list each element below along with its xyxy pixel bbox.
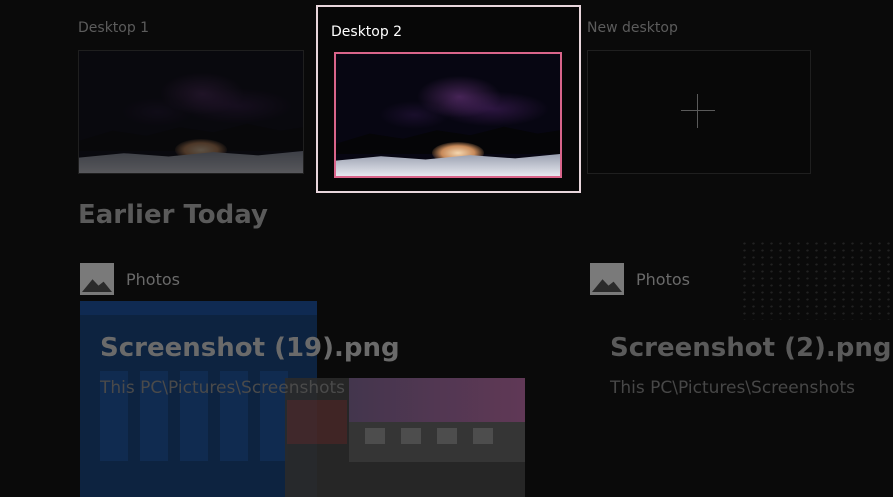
timeline-card-app: Photos bbox=[590, 263, 690, 295]
app-name: Photos bbox=[636, 269, 690, 289]
photos-icon bbox=[80, 263, 114, 295]
desktop-1-thumbnail[interactable] bbox=[78, 50, 304, 174]
card-path: This PC\Pictures\Screenshots bbox=[610, 378, 856, 398]
background-texture bbox=[740, 240, 890, 320]
timeline-heading: Earlier Today bbox=[78, 200, 268, 230]
card-title: Screenshot (2).png bbox=[610, 333, 892, 363]
desktop-1-label: Desktop 1 bbox=[78, 20, 150, 36]
desktop-2[interactable]: Desktop 2 bbox=[316, 5, 581, 193]
new-desktop-button[interactable] bbox=[587, 50, 811, 174]
timeline-card-app: Photos bbox=[80, 263, 180, 295]
card-title: Screenshot (19).png bbox=[100, 333, 400, 363]
new-desktop-label: New desktop bbox=[587, 20, 678, 36]
photos-icon bbox=[590, 263, 624, 295]
card-thumbnail-window bbox=[80, 301, 317, 497]
desktop-2-label: Desktop 2 bbox=[331, 24, 403, 40]
task-view: Desktop 1 Desktop 2 New desktop Earlier … bbox=[0, 0, 893, 497]
desktop-2-thumbnail[interactable] bbox=[334, 52, 562, 178]
desktop-1-wallpaper bbox=[79, 51, 303, 173]
app-name: Photos bbox=[126, 269, 180, 289]
card-path: This PC\Pictures\Screenshots bbox=[100, 378, 346, 398]
desktop-2-wallpaper bbox=[336, 54, 560, 176]
plus-icon bbox=[681, 94, 715, 128]
